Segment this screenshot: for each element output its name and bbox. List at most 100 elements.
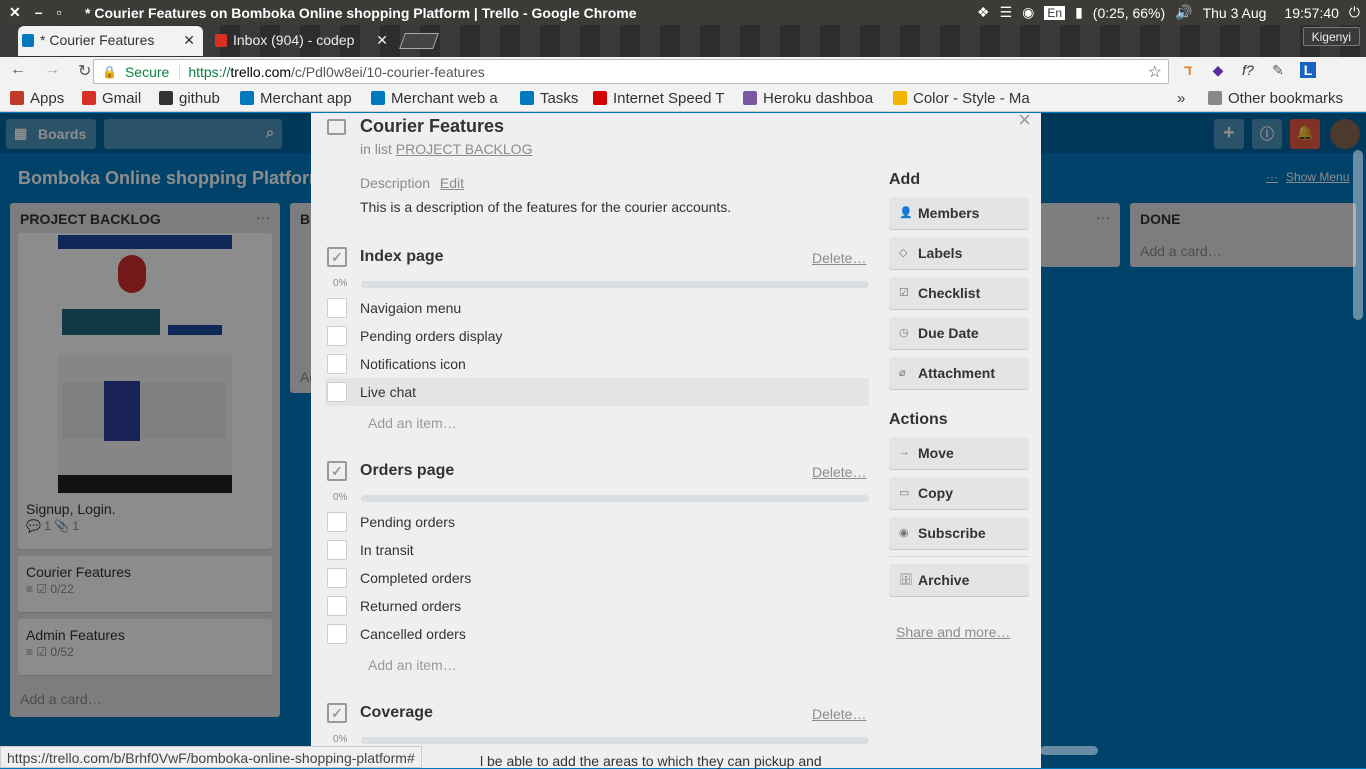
url-host: trello.com [230,63,292,80]
maximize-window-button[interactable]: ▫ [57,4,62,21]
minimize-window-button[interactable]: – [35,4,43,21]
window-title: * Courier Features on Bomboka Online sho… [85,4,637,21]
attachment-button[interactable]: ⌀ Attachment [889,357,1029,389]
bookmark-heroku[interactable]: Heroku dashboa [743,90,881,107]
delete-checklist-link[interactable]: Delete… [812,250,866,266]
date[interactable]: Thu 3 Aug [1203,5,1267,21]
checkbox[interactable] [327,354,347,374]
checklist-item[interactable]: Completed orders [325,564,869,592]
progress-bar [361,495,869,502]
power-icon[interactable]: ⏻ [1349,4,1360,21]
tab-courier-features[interactable]: * Courier Features ✕ [18,26,203,56]
checklist-item[interactable]: Cancelled orders [325,620,869,648]
add-item-link[interactable]: Add an item… [368,415,457,431]
bookmark-color-style[interactable]: Color - Style - Ma [893,90,1033,107]
material-icon [893,91,907,105]
checklist-item[interactable]: Returned orders [325,592,869,620]
move-button[interactable]: → Move [889,437,1029,469]
dropbox-icon[interactable]: ❖ [977,4,990,21]
card-title[interactable]: Courier Features [360,116,504,137]
delete-checklist-link[interactable]: Delete… [812,706,866,722]
back-arrow-icon[interactable]: ← [10,61,26,81]
bookmark-tasks[interactable]: Tasks [520,90,578,107]
bookmarks-overflow[interactable]: » [1177,90,1185,107]
profile-button[interactable]: Kigenyi [1302,27,1360,46]
tab-close-icon[interactable]: ✕ [376,32,388,49]
checklist-title[interactable]: Index page [360,248,444,266]
archive-button[interactable]: 🗄 Archive [889,564,1029,596]
checklist-title[interactable]: Coverage [360,704,433,722]
checkbox[interactable] [327,382,347,402]
tab-bar: * Courier Features ✕ Inbox (904) - codep… [0,25,1366,57]
volume-icon[interactable]: 🔊 [1175,4,1192,21]
progress-percent: 0% [333,492,348,503]
keyboard-lang[interactable]: En [1044,5,1066,20]
forward-arrow-icon[interactable]: → [44,61,60,81]
extension-picker-icon[interactable]: ✎ [1270,62,1286,78]
battery-status[interactable]: (0:25, 66%) [1093,5,1165,21]
clock[interactable]: 19:57:40 [1284,5,1339,21]
checklist-button[interactable]: ☑ Checklist [889,277,1029,309]
battery-icon: ▮ [1075,4,1083,20]
checkbox[interactable] [327,596,347,616]
delete-checklist-link[interactable]: Delete… [812,464,866,480]
bookmark-apps[interactable]: Apps [10,90,64,107]
checkbox[interactable] [327,568,347,588]
checklist-item[interactable]: Notifications icon [325,350,869,378]
bookmark-gmail[interactable]: Gmail [82,90,141,107]
edit-description-link[interactable]: Edit [440,175,464,191]
horizontal-scrollbar[interactable] [1040,746,1098,755]
bookmark-github[interactable]: github [159,90,220,107]
checklist-item[interactable]: Live chat [325,378,869,406]
tag-icon: ◇ [899,247,908,259]
extension-t-icon[interactable]: ד [1180,62,1196,78]
members-button[interactable]: 👤 Members [889,197,1029,229]
checkbox[interactable] [327,326,347,346]
checklist-item[interactable]: In transit [325,536,869,564]
description-text[interactable]: This is a description of the features fo… [360,199,731,215]
list-link[interactable]: PROJECT BACKLOG [396,141,533,157]
extension-diamond-icon[interactable]: ◆ [1210,62,1226,78]
labels-button[interactable]: ◇ Labels [889,237,1029,269]
window-titlebar: ✕ – ▫ * Courier Features on Bomboka Onli… [0,0,1366,25]
coverage-description[interactable]: l be able to add the areas to which they… [480,753,822,769]
tab-inbox[interactable]: Inbox (904) - codep ✕ [211,26,396,56]
copy-button[interactable]: ▭ Copy [889,477,1029,509]
due-date-button[interactable]: ◷ Due Date [889,317,1029,349]
bookmark-internet-speed[interactable]: Internet Speed T [593,90,728,107]
person-icon: 👤 [899,207,913,219]
checkbox[interactable] [327,624,347,644]
url-scheme: https:// [188,63,231,80]
menu-icon[interactable]: ☰ [1000,4,1013,21]
close-window-button[interactable]: ✕ [9,4,21,21]
reload-icon[interactable]: ↻ [78,61,91,81]
share-and-more-link[interactable]: Share and more… [896,624,1010,640]
subscribe-button[interactable]: ◉ Subscribe [889,517,1029,549]
add-item-link[interactable]: Add an item… [368,657,457,673]
tab-close-icon[interactable]: ✕ [183,32,195,49]
description-heading: Description Edit [360,175,465,191]
checkbox[interactable] [327,512,347,532]
archive-icon: 🗄 [899,574,913,586]
bookmark-other[interactable]: Other bookmarks [1208,90,1343,107]
checklist-item[interactable]: Pending orders display [325,322,869,350]
bookmark-star-icon[interactable]: ☆ [1148,62,1162,82]
wifi-icon[interactable]: ◉ [1022,4,1034,21]
address-bar[interactable]: 🔒 Secure https:// trello.com /c/Pdl0w8ei… [93,59,1169,84]
in-list-label: in list PROJECT BACKLOG [360,141,533,157]
new-tab-button[interactable] [399,33,439,49]
bookmark-merchant-app[interactable]: Merchant app [240,90,352,107]
checkbox[interactable] [327,540,347,560]
checklist-item[interactable]: Navigaion menu [325,294,869,322]
gmail-icon [82,91,96,105]
divider [889,556,1029,557]
bookmark-merchant-web[interactable]: Merchant web a [371,90,503,107]
extension-font-icon[interactable]: f? [1240,62,1256,78]
extension-l-icon[interactable]: L [1300,62,1316,78]
trello-favicon-icon [22,34,34,47]
checklist-title[interactable]: Orders page [360,462,454,480]
close-icon[interactable]: × [1018,113,1031,133]
checklist-item[interactable]: Pending orders [325,508,869,536]
checkbox[interactable] [327,298,347,318]
vertical-scrollbar[interactable] [1353,150,1363,320]
